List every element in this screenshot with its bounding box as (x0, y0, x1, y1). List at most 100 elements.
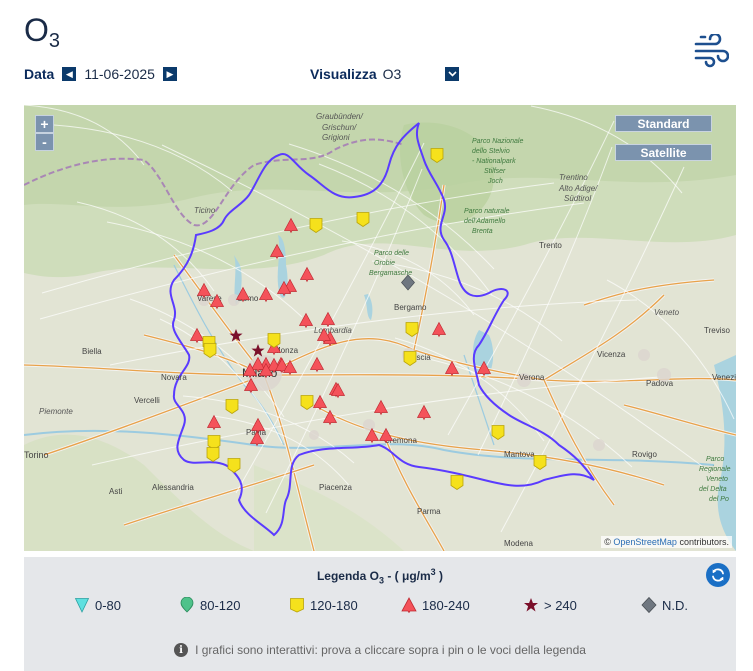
map-place-label: Piemonte (39, 407, 73, 416)
view-dropdown-chevron-icon[interactable] (445, 67, 460, 81)
app-root: O3 Data ◀ 11-06-2025 ▶ Visualizza O3 Gra… (0, 0, 753, 671)
date-label: Data (24, 66, 55, 82)
view-value[interactable]: O3 (383, 66, 402, 82)
yellow-square-pin-icon[interactable] (206, 447, 220, 468)
yellow-square-pin-icon[interactable] (225, 399, 239, 420)
map-place-label: Joch (487, 178, 503, 185)
map-place-label: Brenta (472, 228, 493, 235)
cyan-drop-icon (74, 598, 90, 613)
red-triangle-pin-icon[interactable] (476, 360, 492, 382)
legend-panel: Legenda O3 - ( μg/m3 ) 0-80 80-120 120-1… (24, 557, 736, 671)
red-triangle-pin-icon[interactable] (206, 414, 222, 436)
map-place-label: Modena (504, 539, 533, 548)
grey-diamond-pin-icon[interactable] (401, 274, 415, 296)
map-place-label: Grischun/ (322, 123, 357, 132)
map-place-label: Rovigo (632, 450, 657, 459)
yellow-square-pin-icon[interactable] (309, 218, 323, 239)
legend-label: 80-120 (200, 597, 241, 613)
zoom-in-button[interactable]: + (35, 115, 54, 133)
date-selector: Data ◀ 11-06-2025 ▶ (24, 66, 177, 82)
yellow-square-pin-icon[interactable] (227, 458, 241, 479)
wind-icon[interactable] (693, 34, 729, 68)
view-label: Visualizza (310, 66, 377, 82)
red-triangle-pin-icon[interactable] (276, 280, 292, 302)
map-place-label: Verona (519, 373, 545, 382)
darkred-star-icon (524, 598, 538, 612)
yellow-square-pin-icon[interactable] (403, 351, 417, 372)
osm-link[interactable]: OpenStreetMap (613, 537, 677, 547)
legend-label: 0-80 (95, 597, 122, 613)
map-place-label: Padova (646, 379, 674, 388)
red-triangle-pin-icon[interactable] (235, 286, 251, 308)
map-place-label: del Delta (699, 486, 727, 493)
red-triangle-pin-icon[interactable] (258, 286, 274, 308)
legend-item-120-180[interactable]: 120-180 (289, 597, 358, 613)
red-triangle-pin-icon[interactable] (373, 399, 389, 421)
map-place-label: dello Stelvio (472, 148, 510, 155)
attribution-prefix: © (604, 537, 611, 547)
red-triangle-pin-icon[interactable] (330, 382, 346, 404)
map-place-label: del Po (709, 496, 729, 503)
satellite-layer-button[interactable]: Satellite (615, 144, 712, 161)
red-triangle-pin-icon[interactable] (282, 359, 298, 381)
yellow-square-pin-icon[interactable] (430, 148, 444, 169)
yellow-square-pin-icon[interactable] (267, 333, 281, 354)
red-triangle-pin-icon[interactable] (431, 321, 447, 343)
yellow-square-pin-icon[interactable] (356, 212, 370, 233)
red-triangle-pin-icon[interactable] (209, 293, 225, 315)
map-place-label: Parco Nazionale (472, 138, 523, 145)
red-triangle-pin-icon[interactable] (322, 409, 338, 431)
date-next-button[interactable]: ▶ (162, 67, 177, 81)
red-triangle-pin-icon[interactable] (249, 430, 265, 452)
yellow-square-pin-icon[interactable] (203, 343, 217, 364)
map-place-label: Parco (706, 456, 724, 463)
red-triangle-pin-icon[interactable] (316, 327, 332, 349)
map-canvas[interactable]: Graubünden/Grischun/Grigioni Parco Nazion… (24, 105, 736, 551)
map-place-label: Asti (109, 487, 123, 496)
map-place-label: Parma (417, 507, 441, 516)
yellow-square-pin-icon[interactable] (491, 425, 505, 446)
red-triangle-pin-icon[interactable] (299, 266, 315, 288)
map-place-label: Novara (161, 373, 187, 382)
red-triangle-pin-icon[interactable] (378, 427, 394, 449)
map-place-label: Alto Adige/ (558, 184, 598, 193)
view-selector: Visualizza O3 (310, 66, 460, 82)
map-place-label: Venezi (712, 373, 736, 382)
red-triangle-pin-icon[interactable] (258, 362, 274, 384)
hint-text: I grafici sono interattivi: prova a clic… (195, 643, 586, 657)
legend-item-80-120[interactable]: 80-120 (179, 597, 240, 613)
red-triangle-pin-icon[interactable] (196, 282, 212, 304)
yellow-square-pin-icon[interactable] (405, 322, 419, 343)
legend-title-suffix: ) (435, 569, 444, 583)
red-triangle-pin-icon[interactable] (269, 243, 285, 265)
red-triangle-pin-icon[interactable] (242, 362, 258, 384)
darkred-star-pin-icon[interactable] (229, 328, 244, 348)
red-triangle-pin-icon[interactable] (309, 356, 325, 378)
grey-diamond-icon (641, 597, 657, 613)
legend-item-0-80[interactable]: 0-80 (74, 597, 121, 613)
yellow-square-pin-icon[interactable] (450, 475, 464, 496)
map-place-label: Veneto (706, 476, 728, 483)
map-place-label: Stilfser (484, 168, 506, 175)
info-icon: i (174, 643, 189, 657)
yellow-square-pin-icon[interactable] (533, 455, 547, 476)
map-place-label: Vicenza (597, 350, 626, 359)
date-prev-button[interactable]: ◀ (62, 67, 77, 81)
zoom-out-button[interactable]: - (35, 133, 54, 151)
refresh-icon[interactable] (706, 563, 730, 587)
red-triangle-pin-icon[interactable] (364, 427, 380, 449)
red-triangle-pin-icon[interactable] (444, 360, 460, 382)
legend-item-nd[interactable]: N.D. (641, 597, 688, 613)
red-triangle-pin-icon[interactable] (283, 217, 299, 239)
page-title: O3 (24, 12, 60, 53)
red-triangle-pin-icon[interactable] (416, 404, 432, 426)
red-triangle-pin-icon[interactable] (298, 312, 314, 334)
yellow-square-pin-icon[interactable] (300, 395, 314, 416)
map-place-label: Orobie (374, 260, 395, 267)
legend-item-180-240[interactable]: 180-240 (401, 597, 470, 613)
legend-item-over-240[interactable]: > 240 (523, 597, 577, 613)
date-value[interactable]: 11-06-2025 (84, 66, 155, 82)
green-drop-icon (180, 597, 194, 613)
standard-layer-button[interactable]: Standard (615, 115, 712, 132)
attribution-suffix: contributors. (679, 537, 729, 547)
